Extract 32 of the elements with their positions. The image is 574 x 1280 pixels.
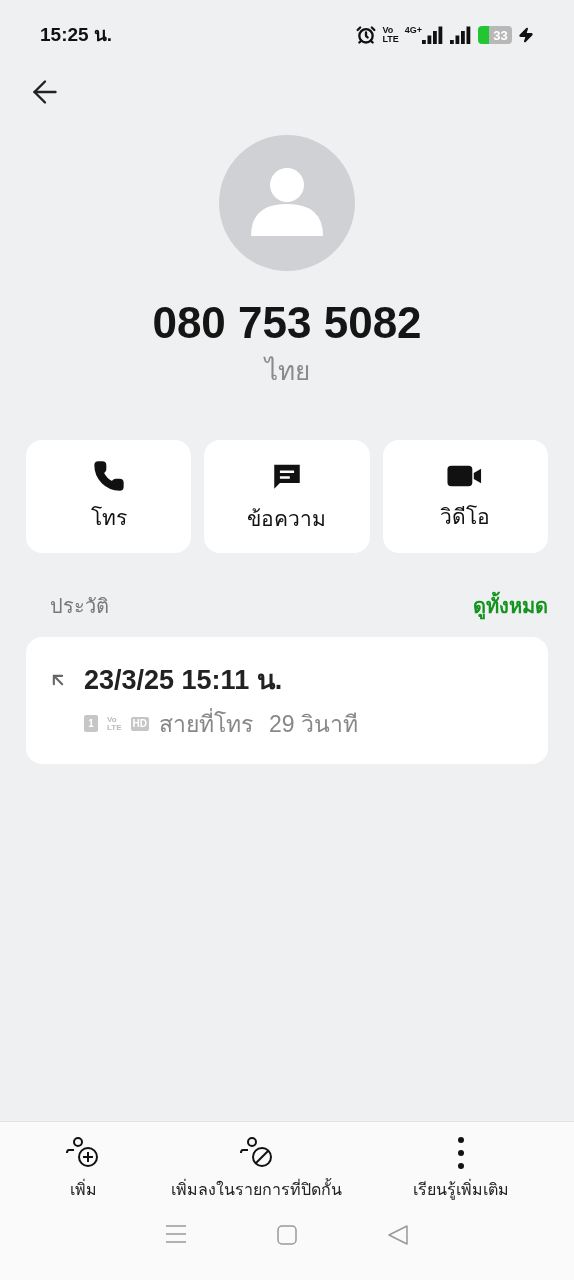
bottom-action-button[interactable]: เพิ่ม xyxy=(65,1136,102,1202)
volte-label: LTE xyxy=(107,723,122,732)
action-button[interactable]: วิดีโอ xyxy=(382,440,548,553)
signal-icon xyxy=(422,26,444,44)
charging-icon xyxy=(518,25,534,45)
call-history-card[interactable]: 23/3/25 15:11 น. 1 Vo LTE HD สายที่โทร 29 วินาที xyxy=(26,637,548,764)
call-datetime: 23/3/25 15:11 น. xyxy=(84,664,283,697)
more-icon xyxy=(456,1136,465,1170)
back-icon[interactable] xyxy=(387,1224,410,1246)
history-title: ประวัติ xyxy=(50,594,109,619)
bottom-action-button[interactable]: เพิ่มลงในรายการที่ปิดกั้น xyxy=(171,1136,343,1202)
bottom-action-button[interactable]: เรียนรู้เพิ่มเติม xyxy=(412,1136,509,1202)
call-type: สายที่โทร xyxy=(158,707,253,739)
volte-label: Vo xyxy=(107,715,118,724)
block-person-icon xyxy=(239,1136,275,1170)
action-button[interactable]: โทร xyxy=(26,440,192,553)
sim-badge: 1 xyxy=(84,715,98,733)
volte-label: Vo xyxy=(382,26,395,35)
call-duration: 29 วินาที xyxy=(268,709,358,739)
hd-badge: HD xyxy=(130,716,149,731)
phone-icon xyxy=(92,459,125,492)
battery-indicator: 33 xyxy=(478,26,512,44)
menu-icon[interactable] xyxy=(164,1224,187,1244)
action-button[interactable]: ข้อความ xyxy=(204,440,370,553)
phone-number: 080 753 5082 xyxy=(152,297,422,349)
status-time: 15:25 น. xyxy=(40,22,113,47)
location-label: ไทย xyxy=(264,355,310,388)
network-label: 4G+ xyxy=(404,26,422,35)
home-icon[interactable] xyxy=(276,1224,298,1246)
signal-icon xyxy=(450,26,472,44)
volte-label: LTE xyxy=(382,35,399,44)
alarm-icon xyxy=(356,25,377,45)
